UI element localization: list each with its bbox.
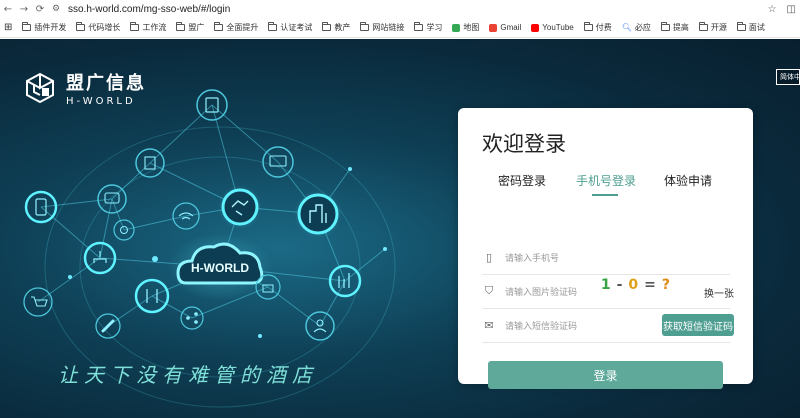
captcha-char: ? — [661, 277, 670, 293]
search-icon: 🔍︎ — [621, 23, 632, 32]
captcha-image[interactable]: 1 - 0 = ? — [601, 277, 670, 293]
bookmark-item[interactable]: 学习 — [414, 22, 442, 33]
bookmark-label: 地图 — [463, 23, 480, 32]
bookmark-star-icon[interactable]: ☆ — [768, 4, 777, 15]
folder-icon — [130, 22, 140, 31]
bookmark-item[interactable]: 盟广 — [176, 22, 204, 33]
active-tab-indicator — [592, 194, 618, 196]
login-tabs: 密码登录 手机号登录 体验申请 — [458, 172, 753, 202]
captcha-input[interactable]: 请输入图片验证码 — [505, 285, 577, 298]
captcha-char: - — [616, 277, 623, 293]
youtube-icon — [531, 23, 540, 32]
folder-icon — [176, 22, 186, 31]
network-nodes — [23, 89, 362, 341]
captcha-input-row[interactable]: ⛉ 请输入图片验证码 1 - 0 = ? 换一张 — [482, 274, 734, 309]
back-icon[interactable]: ← — [0, 1, 16, 17]
browser-address-bar: ← → ⟳ ⚙ sso.h-world.com/mg-sso-web/#/log… — [0, 0, 800, 18]
tab-password-login[interactable]: 密码登录 — [498, 172, 546, 202]
bookmark-label: 付费 — [595, 23, 612, 32]
bookmark-item[interactable]: 认证考试 — [268, 22, 312, 33]
bookmark-item[interactable]: 开源 — [698, 22, 727, 33]
login-title: 欢迎登录 — [482, 132, 566, 156]
brand-name-cn: 盟广信息 — [66, 73, 146, 94]
city-node-icon — [297, 193, 339, 235]
phone-input[interactable]: 请输入手机号 — [505, 251, 559, 264]
site-info-icon[interactable]: ⚙ — [52, 4, 62, 14]
language-switch-button[interactable]: 简体中 — [776, 69, 800, 85]
login-button[interactable]: 登录 — [488, 361, 723, 389]
get-sms-code-button[interactable]: 获取短信验证码 — [662, 314, 734, 336]
bookmark-label: 认证考试 — [280, 23, 313, 32]
bookmarks-bar: ⊞ 插件开发 代码增长 工作流 盟广 全面提升 认证考试 教产 网站链接 学习 … — [0, 18, 800, 38]
bookmark-item[interactable]: 地图 — [452, 22, 479, 33]
bookmark-item[interactable]: 🔍︎ 必应 — [622, 22, 651, 33]
bookmark-item[interactable]: 付费 — [583, 22, 612, 33]
folder-icon — [360, 22, 370, 31]
bookmark-item[interactable]: 提高 — [660, 22, 689, 33]
bookmark-item[interactable]: 教产 — [322, 22, 350, 33]
bookmark-label: 面试 — [748, 23, 765, 32]
shield-icon: ⛉ — [484, 284, 494, 297]
tab-trial-apply[interactable]: 体验申请 — [664, 172, 712, 202]
reload-icon[interactable]: ⟳ — [32, 1, 48, 17]
handshake-node-icon — [221, 188, 259, 226]
bookmark-label: 盟广 — [188, 23, 205, 32]
bookmark-label: 提高 — [672, 23, 689, 32]
bookmark-label: 全面提升 — [226, 23, 259, 32]
tab-phone-login[interactable]: 手机号登录 — [576, 172, 636, 202]
bookmark-item[interactable]: 网站链接 — [360, 22, 404, 33]
extensions-icon[interactable]: ◫ — [787, 4, 796, 15]
captcha-char: = — [644, 277, 656, 293]
login-card: 欢迎登录 密码登录 手机号登录 体验申请 ▯ 请输入手机号 ⛉ 请输入图片验证码… — [458, 108, 753, 389]
bookmark-item[interactable]: Gmail — [489, 23, 521, 32]
captcha-refresh-link[interactable]: 换一张 — [704, 285, 734, 300]
brand-name-en: H-WORLD — [66, 96, 136, 107]
folder-icon — [268, 22, 278, 31]
cube-logo-icon — [26, 72, 54, 104]
folder-icon — [583, 22, 593, 31]
bookmark-item[interactable]: 全面提升 — [214, 22, 258, 33]
bookmark-label: 教产 — [334, 23, 351, 32]
bookmark-label: 插件开发 — [34, 23, 67, 32]
bookmark-item[interactable]: 面试 — [736, 22, 765, 33]
brand-logo: 盟广信息 H-WORLD — [24, 69, 146, 107]
folder-icon — [76, 22, 86, 31]
bookmark-label: 工作流 — [142, 23, 167, 32]
hero-background: H-WORLD 盟广信息 H-WORLD 简体中 让天下没有难管的酒店 欢迎登录… — [0, 39, 800, 418]
folder-icon — [214, 22, 224, 31]
bookmark-label: 学习 — [426, 23, 443, 32]
apps-grid-icon[interactable]: ⊞ — [4, 22, 12, 33]
map-icon — [452, 23, 461, 32]
folder-icon — [322, 22, 332, 31]
bookmark-item[interactable]: YouTube — [531, 23, 574, 32]
phone-icon: ▯ — [485, 250, 493, 264]
folder-icon — [414, 22, 424, 31]
bookmark-item[interactable]: 代码增长 — [76, 22, 120, 33]
bookmark-label: YouTube — [542, 23, 574, 32]
cloud-label: H-WORLD — [191, 261, 249, 275]
captcha-char: 1 — [600, 277, 611, 293]
bookmark-label: Gmail — [500, 23, 522, 32]
sms-input[interactable]: 请输入短信验证码 — [505, 319, 577, 332]
folder-icon — [736, 22, 746, 31]
url-text[interactable]: sso.h-world.com/mg-sso-web/#/login — [68, 4, 230, 15]
folder-icon — [22, 22, 32, 31]
mail-icon: ✉ — [484, 318, 494, 332]
folder-icon — [698, 22, 708, 31]
phone-input-row[interactable]: ▯ 请输入手机号 — [482, 240, 730, 275]
bookmark-item[interactable]: 工作流 — [130, 22, 166, 33]
forward-icon[interactable]: → — [16, 1, 32, 17]
bookmark-label: 网站链接 — [372, 23, 405, 32]
bookmark-label: 开源 — [710, 23, 727, 32]
gmail-icon — [489, 23, 498, 32]
slogan-text: 让天下没有难管的酒店 — [58, 363, 318, 387]
bookmark-label: 代码增长 — [88, 23, 121, 32]
bookmark-label: 必应 — [634, 23, 651, 32]
sms-input-row[interactable]: ✉ 请输入短信验证码 获取短信验证码 — [482, 308, 734, 343]
folder-icon — [660, 22, 670, 31]
captcha-char: 0 — [628, 277, 639, 293]
bookmark-item[interactable]: 插件开发 — [22, 22, 66, 33]
